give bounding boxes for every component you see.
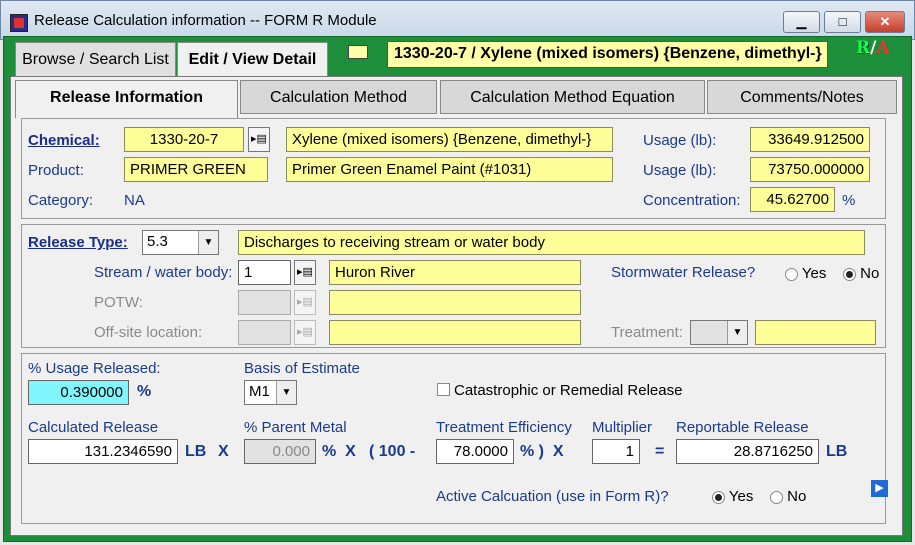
calculated-release-field[interactable]: 131.2346590 <box>28 439 178 464</box>
chemical-label[interactable]: Chemical: <box>28 132 100 149</box>
lb-unit-2: LB <box>826 443 848 460</box>
pct-usage-field[interactable]: 0.390000 <box>28 380 129 405</box>
close-button[interactable]: ✕ <box>865 11 905 33</box>
chevron-down-icon: ▼ <box>276 381 296 404</box>
tab-edit-view-detail[interactable]: Edit / View Detail <box>177 42 328 78</box>
concentration-unit: % <box>842 192 856 209</box>
stormwater-yes-radio[interactable]: Yes <box>785 265 826 282</box>
hundred-minus: ( 100 - <box>369 443 416 460</box>
pct-multiply-sign: % X <box>322 443 356 460</box>
stream-name-field[interactable]: Huron River <box>329 260 581 285</box>
browse-offsite-button[interactable]: ▸▤ <box>294 320 316 345</box>
offsite-label: Off-site location: <box>94 324 203 341</box>
product-label: Product: <box>28 162 84 179</box>
release-type-description[interactable]: Discharges to receiving stream or water … <box>238 230 865 255</box>
window-title: Release Calculation information -- FORM … <box>34 12 377 29</box>
active-yes-radio[interactable]: Yes <box>712 488 753 505</box>
potw-number-field[interactable] <box>238 290 291 315</box>
concentration-label: Concentration: <box>643 192 741 209</box>
product-name-field[interactable]: Primer Green Enamel Paint (#1031) <box>286 157 613 182</box>
multiplier-field[interactable]: 1 <box>592 439 640 464</box>
tab-comments-notes[interactable]: Comments/Notes <box>707 80 897 114</box>
equals-sign: = <box>655 443 665 460</box>
tab-release-information[interactable]: Release Information <box>15 80 238 118</box>
potw-name-field[interactable] <box>329 290 581 315</box>
usage2-field[interactable]: 73750.000000 <box>750 157 870 182</box>
efficiency-close: % ) X <box>520 443 564 460</box>
chevron-down-icon: ▼ <box>198 231 218 254</box>
pct-usage-label: % Usage Released: <box>28 360 161 377</box>
basis-select[interactable]: M1 ▼ <box>244 380 297 405</box>
multiply-sign: X <box>218 443 229 460</box>
category-label: Category: <box>28 192 94 209</box>
treatment-efficiency-label: Treatment Efficiency <box>436 419 572 436</box>
catastrophic-label: Catastrophic or Remedial Release <box>454 382 683 399</box>
basis-value: M1 <box>249 383 270 400</box>
category-value: NA <box>124 192 145 209</box>
tab-browse-search-list[interactable]: Browse / Search List <box>15 42 176 76</box>
chevron-down-icon: ▼ <box>727 321 747 344</box>
lb-unit: LB <box>185 443 207 460</box>
record-icon <box>348 45 368 59</box>
browse-chemical-button[interactable]: ▸▤ <box>248 127 270 152</box>
next-arrow-icon[interactable]: ▶ <box>871 480 888 497</box>
browse-potw-button[interactable]: ▸▤ <box>294 290 316 315</box>
release-type-select[interactable]: 5.3 ▼ <box>142 230 219 255</box>
release-type-value: 5.3 <box>147 233 168 250</box>
tab-calculation-method[interactable]: Calculation Method <box>240 80 437 114</box>
parent-metal-label: % Parent Metal <box>244 419 347 436</box>
maximize-button[interactable]: □ <box>824 11 861 33</box>
usage-label: Usage (lb): <box>643 132 717 149</box>
product-field[interactable]: PRIMER GREEN <box>124 157 268 182</box>
treatment-efficiency-field[interactable]: 78.0000 <box>436 439 514 464</box>
browse-stream-button[interactable]: ▸▤ <box>294 260 316 285</box>
active-no-radio[interactable]: No <box>770 488 806 505</box>
release-type-label[interactable]: Release Type: <box>28 234 128 251</box>
cas-field[interactable]: 1330-20-7 <box>124 127 244 152</box>
usage2-label: Usage (lb): <box>643 162 717 179</box>
app-icon <box>10 14 28 32</box>
stormwater-label: Stormwater Release? <box>611 264 756 281</box>
stormwater-no-radio[interactable]: No <box>843 265 879 282</box>
treatment-field[interactable] <box>755 320 876 345</box>
stream-number-field[interactable]: 1 <box>238 260 291 285</box>
parent-metal-field[interactable]: 0.000 <box>244 439 316 464</box>
catastrophic-checkbox[interactable] <box>437 383 450 396</box>
basis-label: Basis of Estimate <box>244 360 360 377</box>
treatment-select[interactable]: ▼ <box>690 320 748 345</box>
active-calculation-label: Active Calcuation (use in Form R)? <box>436 488 669 505</box>
multiplier-label: Multiplier <box>592 419 653 436</box>
chemical-name-field[interactable]: Xylene (mixed isomers) {Benzene, dimethy… <box>286 127 613 152</box>
usage-field[interactable]: 33649.912500 <box>750 127 870 152</box>
stream-label: Stream / water body: <box>94 264 233 281</box>
ra-logo: R/A <box>856 38 890 58</box>
calculated-release-label: Calculated Release <box>28 419 159 436</box>
treatment-label: Treatment: <box>611 324 683 341</box>
potw-label: POTW: <box>94 294 143 311</box>
reportable-release-label: Reportable Release <box>676 419 809 436</box>
offsite-number-field[interactable] <box>238 320 291 345</box>
tab-calculation-method-equation[interactable]: Calculation Method Equation <box>440 80 705 114</box>
concentration-field[interactable]: 45.62700 <box>750 187 835 212</box>
minimize-button[interactable]: ▁ <box>783 11 820 33</box>
reportable-release-field[interactable]: 28.8716250 <box>676 439 819 464</box>
pct-usage-unit: % <box>137 383 152 400</box>
chemical-header: 1330-20-7 / Xylene (mixed isomers) {Benz… <box>387 41 828 68</box>
offsite-name-field[interactable] <box>329 320 581 345</box>
